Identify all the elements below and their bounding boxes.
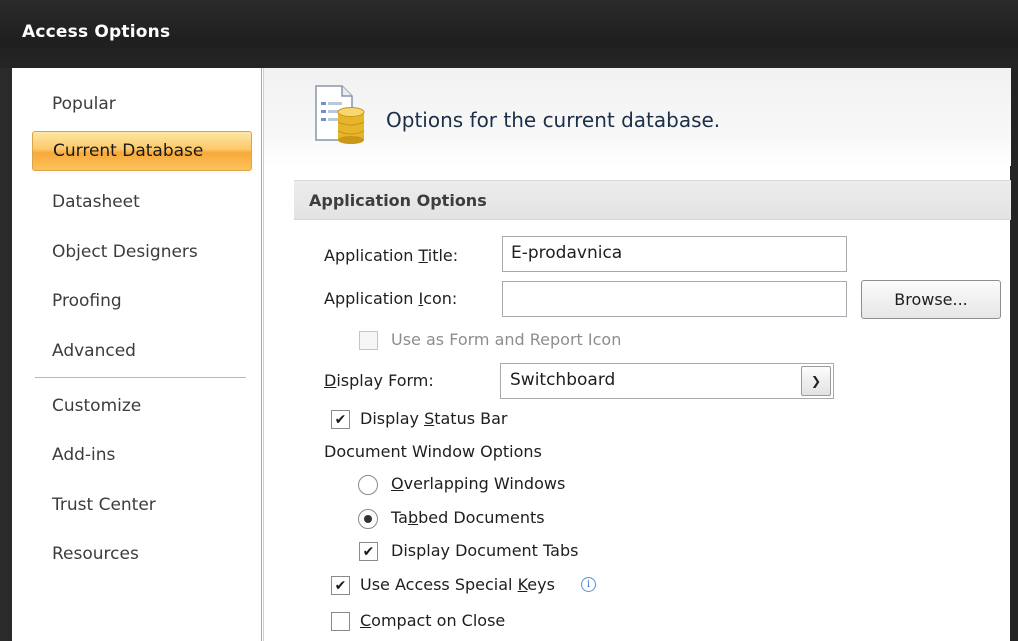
compact-on-close-label: Compact on Close [360, 611, 506, 630]
document-window-options-label: Document Window Options [324, 442, 542, 461]
sidebar-item-advanced[interactable]: Advanced [32, 331, 252, 371]
application-title-label: Application Title: [324, 246, 459, 265]
display-document-tabs-label: Display Document Tabs [391, 541, 579, 560]
browse-button[interactable]: Browse... [861, 280, 1001, 319]
checkmark-icon: ✔ [362, 543, 375, 560]
use-access-special-keys-checkbox[interactable]: ✔ [331, 576, 350, 595]
sidebar-item-resources[interactable]: Resources [32, 534, 252, 574]
sidebar-item-label: Datasheet [52, 192, 140, 212]
compact-on-close-checkbox[interactable] [331, 612, 350, 631]
database-icon [315, 85, 365, 144]
use-as-form-icon-checkbox[interactable] [359, 331, 378, 350]
sidebar: Popular Current Database Datasheet Objec… [12, 68, 262, 641]
sidebar-item-label: Trust Center [52, 495, 156, 515]
sidebar-item-current-database[interactable]: Current Database [32, 131, 252, 171]
display-form-select[interactable]: Switchboard ❯ [500, 363, 834, 399]
tabbed-documents-label: Tabbed Documents [391, 508, 545, 527]
use-access-special-keys-label: Use Access Special Keys [360, 575, 555, 594]
sidebar-item-customize[interactable]: Customize [32, 386, 252, 426]
chevron-down-icon[interactable]: ❯ [801, 366, 831, 396]
window-frame-left [0, 68, 12, 641]
sidebar-item-object-designers[interactable]: Object Designers [32, 232, 252, 272]
overlapping-windows-label: Overlapping Windows [391, 474, 566, 493]
content-header: Options for the current database. [264, 68, 1011, 166]
tabbed-documents-radio[interactable] [358, 509, 378, 529]
title-bar: Access Options [0, 0, 1018, 68]
sidebar-divider [35, 377, 246, 378]
options-content: Options for the current database. Applic… [263, 68, 1011, 641]
sidebar-item-datasheet[interactable]: Datasheet [32, 182, 252, 222]
use-as-form-icon-label: Use as Form and Report Icon [391, 330, 622, 349]
sidebar-item-label: Current Database [53, 141, 204, 161]
sidebar-item-label: Popular [52, 94, 116, 114]
checkmark-icon: ✔ [334, 577, 347, 594]
sidebar-item-label: Advanced [52, 341, 136, 361]
window-frame-right [1010, 68, 1018, 641]
application-icon-input[interactable] [502, 281, 847, 317]
window-title: Access Options [22, 22, 171, 42]
sidebar-item-trust-center[interactable]: Trust Center [32, 485, 252, 525]
sidebar-item-label: Object Designers [52, 242, 198, 262]
sidebar-item-label: Customize [52, 396, 142, 416]
sidebar-item-proofing[interactable]: Proofing [32, 281, 252, 321]
checkmark-icon: ✔ [334, 411, 347, 428]
display-document-tabs-checkbox[interactable]: ✔ [359, 542, 378, 561]
overlapping-windows-radio[interactable] [358, 475, 378, 495]
sidebar-item-label: Add-ins [52, 445, 116, 465]
radio-selected-dot [364, 515, 372, 523]
section-header-application-options: Application Options [294, 180, 1011, 220]
sidebar-item-popular[interactable]: Popular [32, 84, 252, 124]
sidebar-item-label: Resources [52, 544, 139, 564]
page-title: Options for the current database. [386, 108, 721, 132]
sidebar-item-add-ins[interactable]: Add-ins [32, 435, 252, 475]
section-title: Application Options [309, 191, 487, 210]
application-icon-label: Application Icon: [324, 289, 458, 308]
sidebar-item-label: Proofing [52, 291, 122, 311]
application-title-input[interactable]: E-prodavnica [502, 236, 847, 272]
display-form-value: Switchboard [510, 370, 616, 390]
display-form-label: Display Form: [324, 371, 434, 390]
info-icon[interactable]: i [581, 577, 596, 592]
display-status-bar-label: Display Status Bar [360, 409, 508, 428]
display-status-bar-checkbox[interactable]: ✔ [331, 410, 350, 429]
